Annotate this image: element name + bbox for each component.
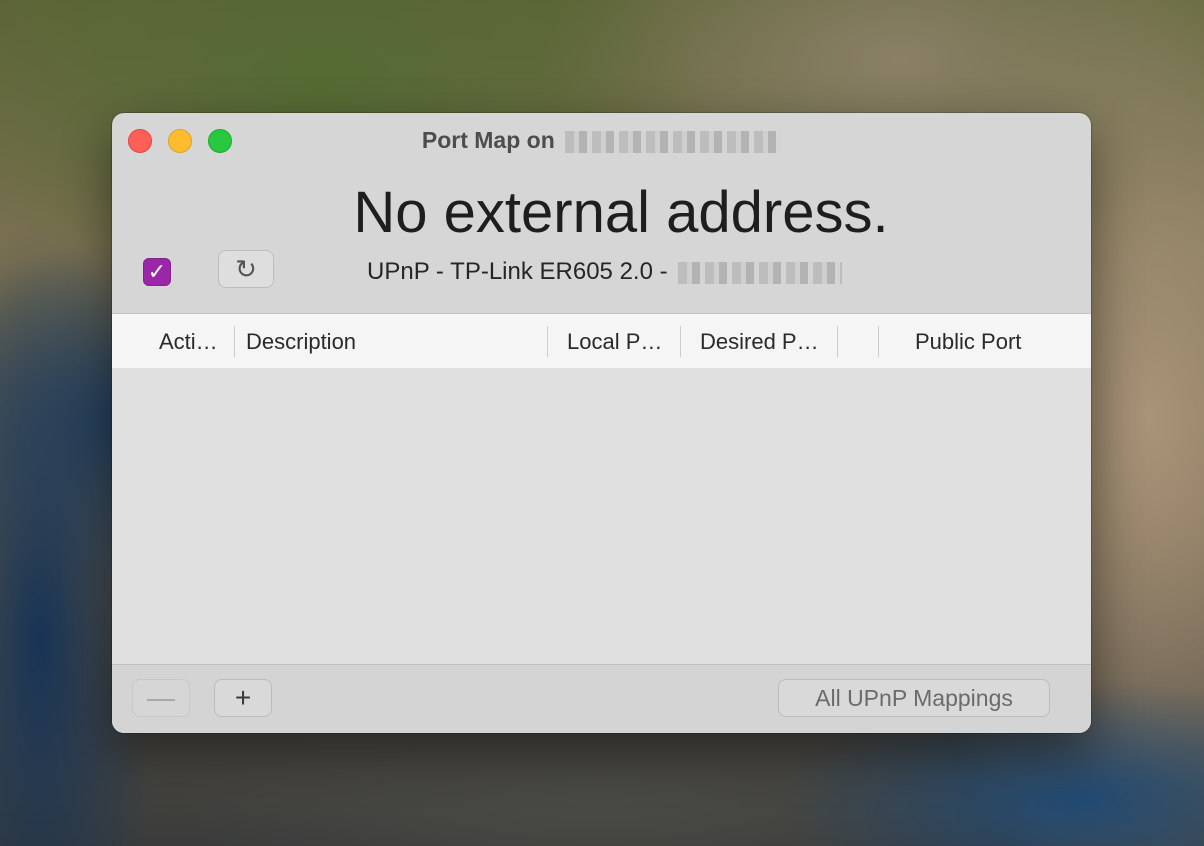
column-divider[interactable] [234, 326, 235, 357]
column-divider[interactable] [878, 326, 879, 357]
redacted-hostname [565, 130, 782, 153]
table-header: Acti… Description Local P… Desired P… Pu… [112, 313, 1091, 368]
refresh-button[interactable]: ↻ [218, 250, 274, 288]
minus-icon: — [147, 682, 175, 713]
redacted-router-address [678, 261, 843, 284]
checkmark-icon: ✓ [147, 259, 167, 284]
external-address-headline: No external address. [353, 180, 889, 245]
refresh-icon: ↻ [235, 254, 257, 284]
mapping-enabled-checkbox[interactable]: ✓ [143, 258, 171, 286]
column-local-port-header[interactable]: Local P… [567, 314, 662, 369]
router-label: UPnP - TP-Link ER605 2.0 - [367, 258, 668, 285]
column-divider[interactable] [837, 326, 838, 357]
mappings-table-body[interactable] [112, 368, 1091, 664]
add-mapping-button[interactable]: + [214, 679, 272, 717]
column-divider[interactable] [680, 326, 681, 357]
router-info: UPnP - TP-Link ER605 2.0 - [367, 257, 843, 287]
column-public-port-header[interactable]: Public Port [915, 314, 1021, 369]
bottom-toolbar: — + All UPnP Mappings [112, 664, 1091, 733]
column-desired-port-header[interactable]: Desired P… [700, 314, 819, 369]
window-title-bar: Port Map on [112, 125, 1091, 155]
window-title: Port Map on [421, 127, 555, 153]
port-map-window: Port Map on No external address. ✓ ↻ UPn… [112, 113, 1091, 733]
column-description-header[interactable]: Description [246, 314, 356, 369]
column-divider[interactable] [547, 326, 548, 357]
plus-icon: + [234, 682, 252, 713]
remove-mapping-button[interactable]: — [132, 679, 190, 717]
column-active-header[interactable]: Acti… [159, 314, 218, 369]
all-upnp-mappings-button[interactable]: All UPnP Mappings [778, 679, 1050, 717]
